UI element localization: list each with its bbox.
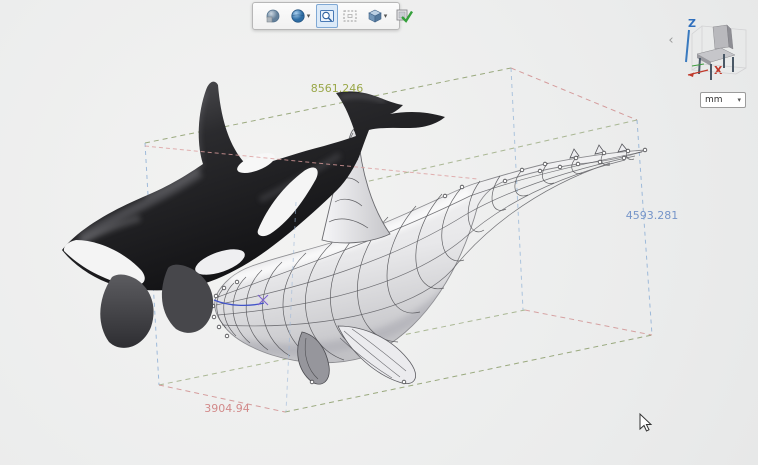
dashed-selection-box-icon <box>343 10 357 22</box>
box-edge-width-bottom-right <box>524 309 653 336</box>
view-cube-button[interactable]: ▾ <box>362 4 392 28</box>
box-edge-width-top <box>510 67 638 121</box>
apply-check-icon <box>396 9 414 23</box>
shaded-view-button[interactable] <box>262 4 284 28</box>
zoom-region-icon <box>320 10 334 22</box>
caret-down-icon: ▾ <box>306 11 311 20</box>
units-dropdown-value: mm <box>705 95 723 105</box>
zoom-region-button[interactable] <box>316 4 338 28</box>
view-cube-icon <box>368 9 382 23</box>
units-dropdown[interactable]: mm ▾ <box>700 92 746 108</box>
caret-down-icon: ▾ <box>383 11 388 20</box>
x-axis-arrow <box>687 69 709 77</box>
panel-collapse-chevron[interactable]: ‹ <box>665 33 677 49</box>
dimension-label-height: 4593.281 <box>626 209 679 222</box>
viewport-3d[interactable]: 8561.246 4593.281 3904.94 <box>0 0 758 465</box>
dimension-label-length: 8561.246 <box>311 82 364 95</box>
floating-toolbar: ▾ ▾ <box>252 2 414 30</box>
dimension-label-width: 3904.94 <box>204 402 250 415</box>
sphere-render-mode-icon <box>291 9 305 23</box>
orientation-preview-widget[interactable] <box>680 20 755 90</box>
sphere-shaded-icon <box>266 9 280 23</box>
render-mode-button[interactable]: ▾ <box>285 4 315 28</box>
mouse-cursor <box>639 412 653 432</box>
z-axis-line <box>685 29 690 63</box>
caret-down-icon: ▾ <box>737 95 741 104</box>
selection-box-button[interactable] <box>339 4 361 28</box>
apply-button[interactable] <box>394 4 416 28</box>
